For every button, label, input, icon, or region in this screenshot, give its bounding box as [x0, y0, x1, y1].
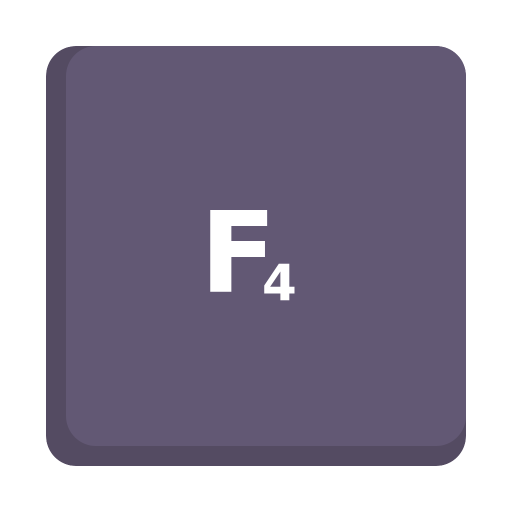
key-legend: F 4 [0, 0, 512, 512]
key-sub-label: 4 [262, 254, 297, 312]
f4-key-icon: F 4 [0, 0, 512, 512]
